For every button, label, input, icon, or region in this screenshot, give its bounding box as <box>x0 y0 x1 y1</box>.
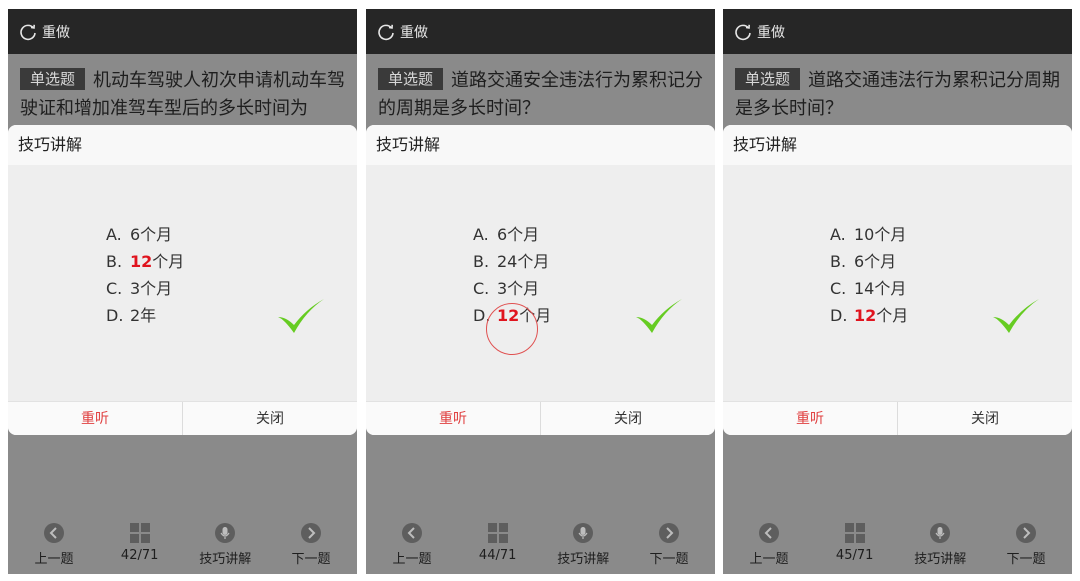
next-arrow-icon <box>1015 523 1036 543</box>
popup-title: 技巧讲解 <box>366 125 715 165</box>
question-type-badge: 单选题 <box>378 68 444 90</box>
prev-arrow-icon <box>44 523 64 543</box>
option-list: A. 10个月 B. 6个月 C. 14个月 D. 12个月 <box>830 221 908 329</box>
replay-button[interactable]: 重听 <box>366 402 541 435</box>
option-list: A. 6个月 B. 12个月 C. 3个月 D. 2年 <box>106 221 184 329</box>
popup-footer: 重听 关闭 <box>366 401 715 435</box>
question-progress[interactable]: 44/71 <box>458 514 538 574</box>
tips-button[interactable]: 技巧讲解 <box>185 514 265 574</box>
replay-button[interactable]: 重听 <box>723 402 898 435</box>
next-question-button[interactable]: 下一题 <box>629 514 709 574</box>
checkmark-icon <box>278 299 324 333</box>
phone-screen-1: 重做 单选题 机动车驾驶人初次申请机动车驾驶证和增加准驾车型后的多长时间为 技巧讲… <box>8 9 357 574</box>
redo-button[interactable]: 重做 <box>42 22 70 42</box>
option-a: A. 10个月 <box>830 225 907 244</box>
grid-icon <box>487 523 508 543</box>
tips-popup: 技巧讲解 A. 10个月 B. 6个月 C. 14个月 D. 12个月 重听 关闭 <box>723 125 1072 435</box>
top-bar: 重做 <box>8 9 357 54</box>
option-d: D. 12个月 <box>830 306 909 325</box>
refresh-icon[interactable] <box>18 22 38 42</box>
microphone-icon <box>215 523 236 543</box>
checkmark-icon <box>636 299 682 333</box>
bottom-nav: 上一题 45/71 技巧讲解 下一题 <box>723 514 1072 574</box>
prev-arrow-icon <box>402 523 422 543</box>
bottom-nav: 上一题 44/71 技巧讲解 下一题 <box>366 514 715 574</box>
grid-icon <box>844 523 865 543</box>
option-b: B. 12个月 <box>106 252 185 271</box>
close-button[interactable]: 关闭 <box>541 402 715 435</box>
prev-arrow-icon <box>759 523 779 543</box>
redo-button[interactable]: 重做 <box>757 22 785 42</box>
option-c: C. 14个月 <box>830 279 907 298</box>
refresh-icon[interactable] <box>376 22 396 42</box>
option-a: A. 6个月 <box>106 225 173 244</box>
top-bar: 重做 <box>723 9 1072 54</box>
prev-question-button[interactable]: 上一题 <box>14 514 94 574</box>
question-text: 单选题 道路交通安全违法行为累积记分的周期是多长时间？ <box>378 67 707 123</box>
question-text: 单选题 道路交通违法行为累积记分周期是多长时间？ <box>735 67 1064 123</box>
question-type-badge: 单选题 <box>20 68 86 90</box>
option-c: C. 3个月 <box>106 279 173 298</box>
phone-screen-2: 重做 单选题 道路交通安全违法行为累积记分的周期是多长时间？ 技巧讲解 A. 6个月… <box>366 9 715 574</box>
redo-button[interactable]: 重做 <box>400 22 428 42</box>
question-progress[interactable]: 45/71 <box>815 514 895 574</box>
close-button[interactable]: 关闭 <box>898 402 1072 435</box>
top-bar: 重做 <box>366 9 715 54</box>
option-c: C. 3个月 <box>473 279 540 298</box>
popup-title: 技巧讲解 <box>8 125 357 165</box>
tips-button[interactable]: 技巧讲解 <box>900 514 980 574</box>
question-type-badge: 单选题 <box>735 68 801 90</box>
option-d: D. 2年 <box>106 306 157 325</box>
replay-button[interactable]: 重听 <box>8 402 183 435</box>
tips-button[interactable]: 技巧讲解 <box>543 514 623 574</box>
option-a: A. 6个月 <box>473 225 540 244</box>
highlight-circle <box>486 303 538 355</box>
phone-screen-3: 重做 单选题 道路交通违法行为累积记分周期是多长时间？ 技巧讲解 A. 10个月 B… <box>723 9 1072 574</box>
prev-question-button[interactable]: 上一题 <box>372 514 452 574</box>
next-question-button[interactable]: 下一题 <box>986 514 1066 574</box>
refresh-icon[interactable] <box>733 22 753 42</box>
tips-popup: 技巧讲解 A. 6个月 B. 24个月 C. 3个月 D. 12个月 重听 关闭 <box>366 125 715 435</box>
option-b: B. 6个月 <box>830 252 897 271</box>
microphone-icon <box>930 523 951 543</box>
popup-footer: 重听 关闭 <box>723 401 1072 435</box>
grid-icon <box>129 523 150 543</box>
question-progress[interactable]: 42/71 <box>100 514 180 574</box>
question-text: 单选题 机动车驾驶人初次申请机动车驾驶证和增加准驾车型后的多长时间为 <box>20 67 349 123</box>
next-arrow-icon <box>658 523 679 543</box>
popup-title: 技巧讲解 <box>723 125 1072 165</box>
option-b: B. 24个月 <box>473 252 550 271</box>
tips-popup: 技巧讲解 A. 6个月 B. 12个月 C. 3个月 D. 2年 重听 关闭 <box>8 125 357 435</box>
next-question-button[interactable]: 下一题 <box>271 514 351 574</box>
prev-question-button[interactable]: 上一题 <box>729 514 809 574</box>
next-arrow-icon <box>300 523 321 543</box>
checkmark-icon <box>993 299 1039 333</box>
close-button[interactable]: 关闭 <box>183 402 357 435</box>
bottom-nav: 上一题 42/71 技巧讲解 下一题 <box>8 514 357 574</box>
popup-footer: 重听 关闭 <box>8 401 357 435</box>
microphone-icon <box>573 523 594 543</box>
